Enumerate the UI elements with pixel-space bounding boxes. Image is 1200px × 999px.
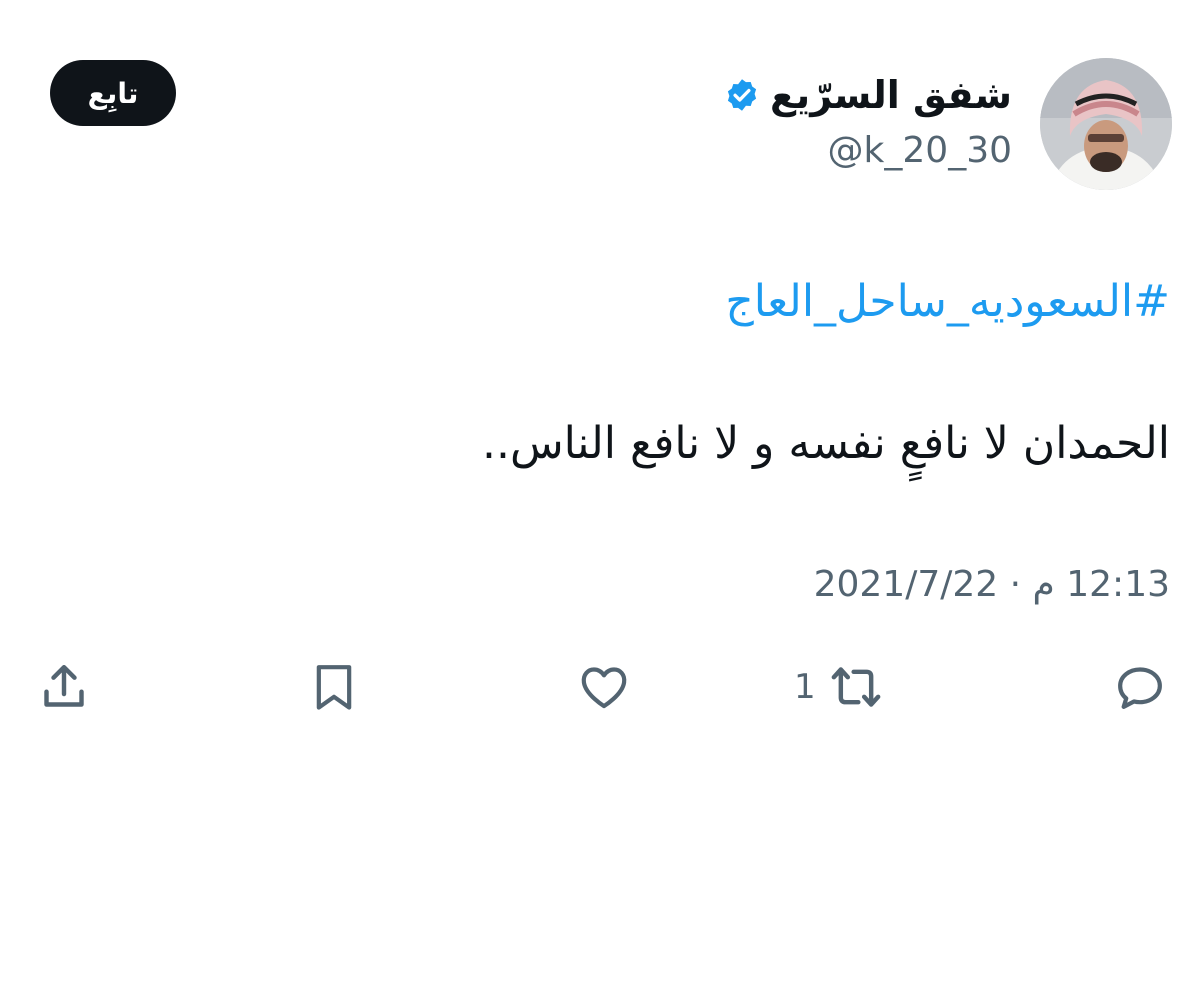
author-name-row: شفق السرّيع [724,72,1012,118]
retweet-count: 1 [794,667,816,707]
share-button[interactable] [36,654,92,720]
avatar-image [1040,58,1172,190]
like-button[interactable] [576,654,632,720]
display-name[interactable]: شفق السرّيع [770,72,1012,118]
follow-button[interactable]: تابِع [50,60,176,126]
avatar[interactable] [1040,58,1172,190]
retweet-icon [831,667,881,707]
retweet-button[interactable]: 1 [794,654,884,720]
tweet-detail: شفق السرّيع @k_20_30 تابِع #السعوديه_ساح… [0,0,1200,999]
reply-icon [1118,667,1162,709]
author-handle[interactable]: @k_20_30 [828,128,1012,174]
reply-button[interactable] [1112,654,1168,720]
bookmark-icon [316,665,352,710]
verified-badge-icon [727,79,757,111]
bookmark-button[interactable] [306,654,362,720]
share-icon [44,664,84,707]
tweet-timestamp[interactable]: 12:13 م · 2021/7/22 [814,560,1170,610]
hashtag-link[interactable]: #السعوديه_ساحل_العاج [725,272,1170,332]
tweet-text: الحمدان لا نافعٍ نفسه و لا نافع الناس.. [482,418,1170,469]
heart-icon [581,667,627,709]
